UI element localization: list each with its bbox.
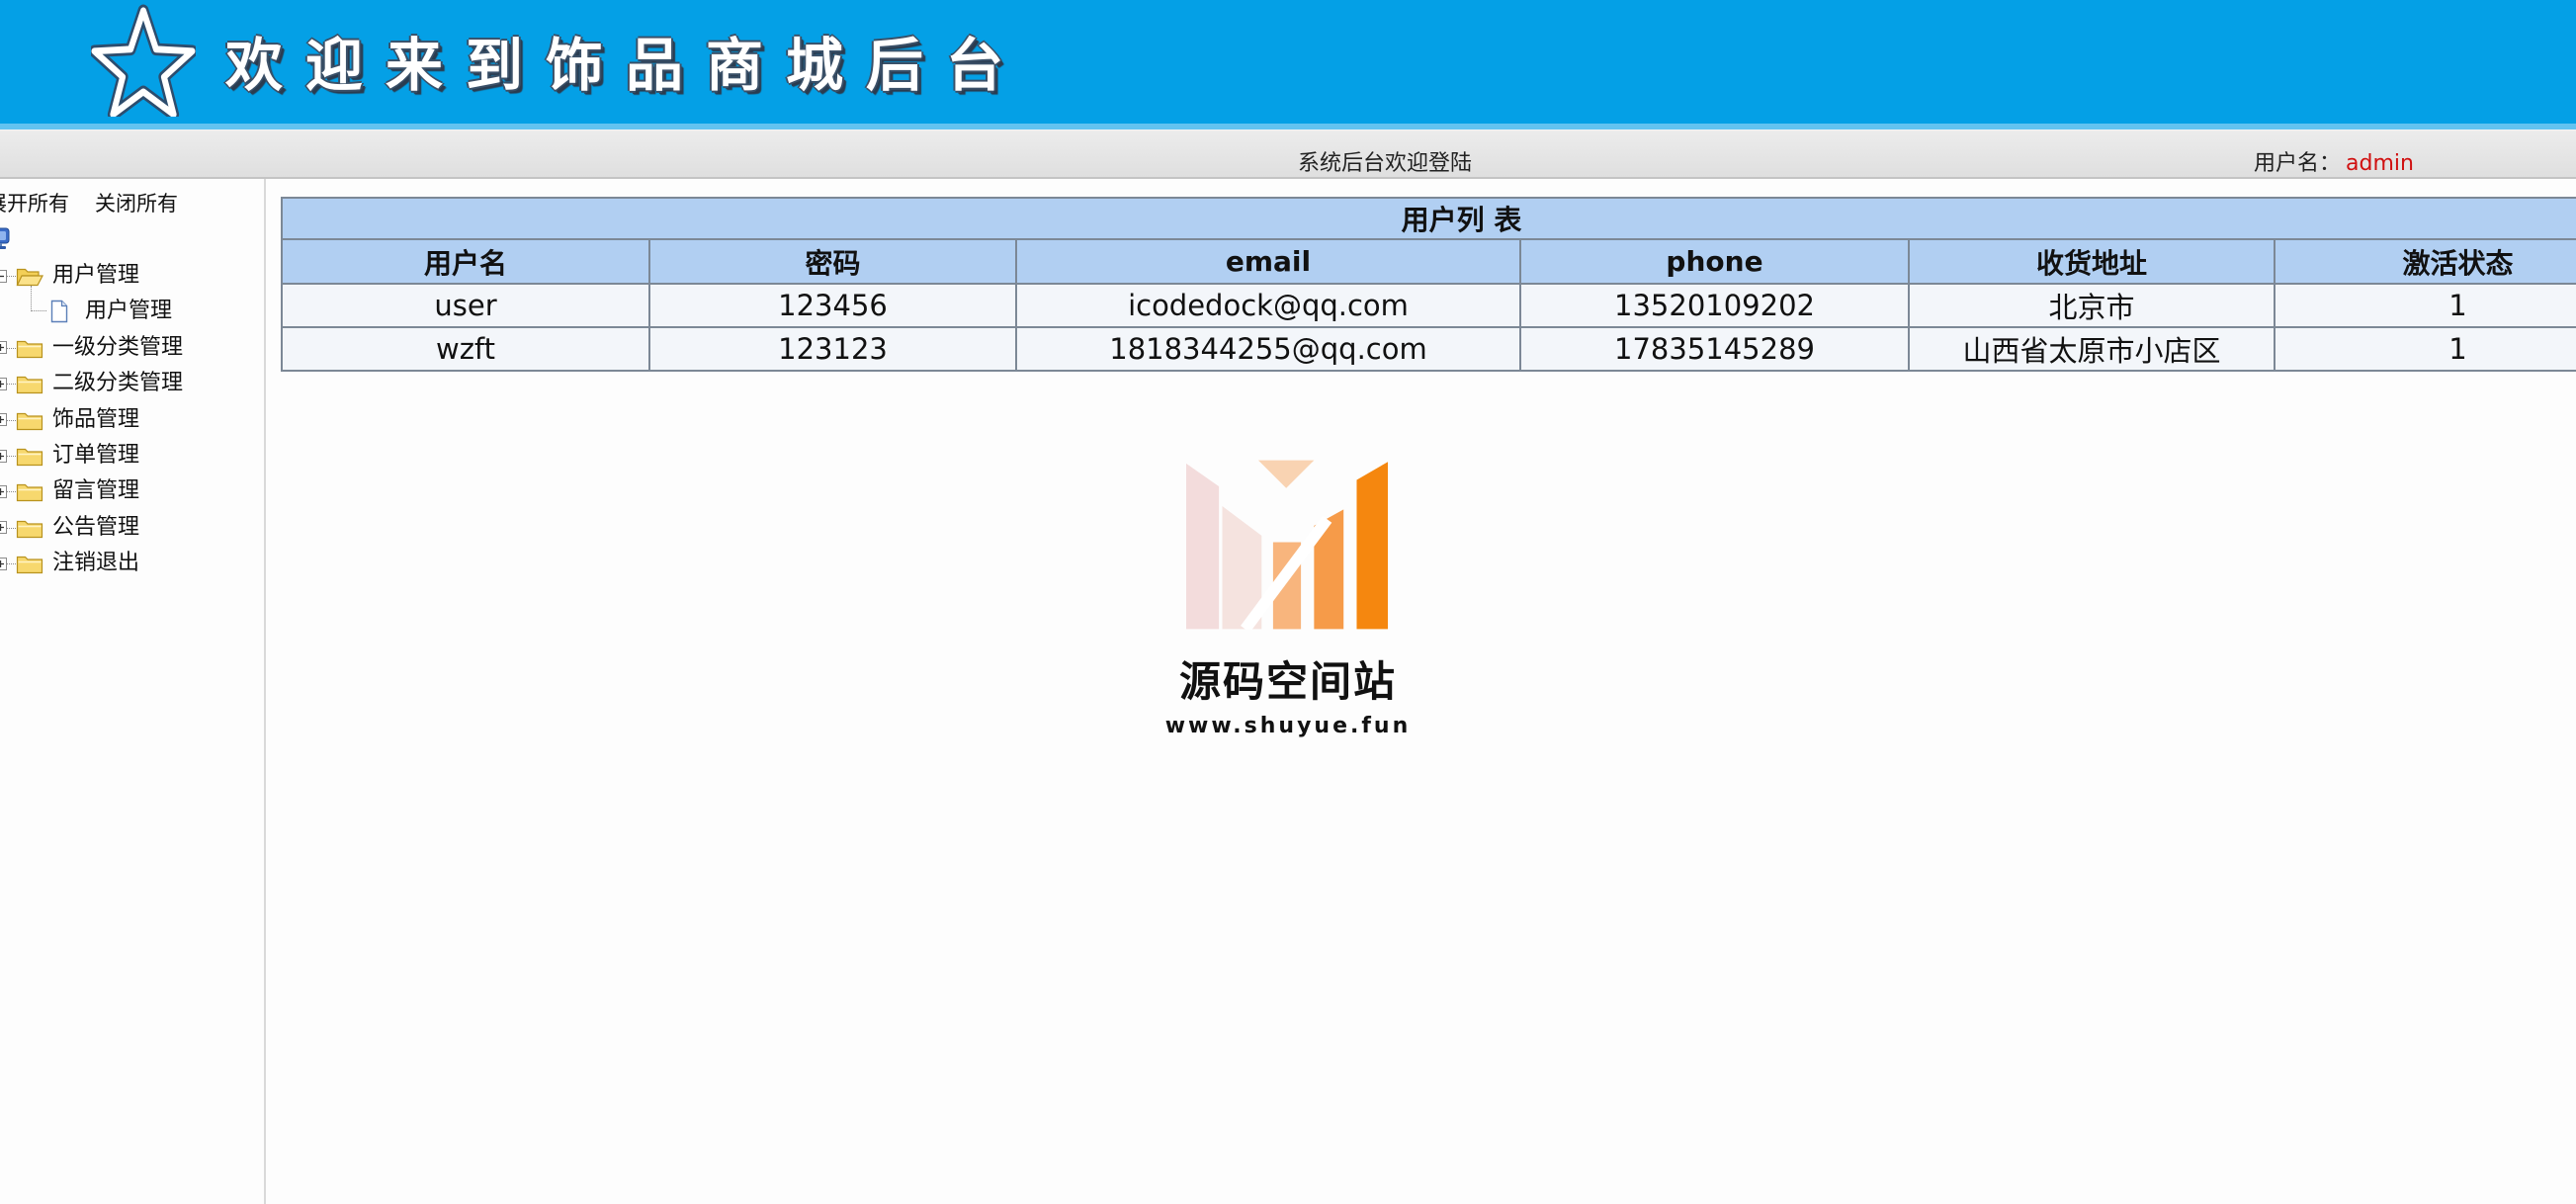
folder-open-icon	[16, 266, 43, 287]
site-header: 欢迎来到饰品商城后台	[0, 0, 2576, 124]
expand-toggle-icon[interactable]	[0, 449, 7, 463]
sidebar-subitem-user-management[interactable]: 用户管理	[0, 286, 264, 329]
cell-password: 123456	[648, 283, 1017, 328]
folder-icon	[16, 518, 43, 539]
sidebar-item-label[interactable]: 一级分类管理	[52, 334, 183, 362]
table-row: user 123456 icodedock@qq.com 13520109202…	[281, 283, 2576, 328]
menu-tree: 用户管理 用户管理 一级分类管理 二级分类管理 饰品管理 订单管理 留言管理 公…	[0, 258, 264, 582]
folder-icon	[16, 374, 43, 394]
tree-connector	[7, 347, 16, 349]
folder-icon	[16, 446, 43, 467]
tree-connector	[7, 276, 16, 277]
sidebar-item-label[interactable]: 留言管理	[52, 477, 139, 505]
expand-toggle-icon[interactable]	[0, 485, 7, 499]
table-row: wzft 123123 1818344255@qq.com 1783514528…	[281, 326, 2576, 372]
collapse-toggle-icon[interactable]	[0, 269, 7, 283]
sidebar: 展开所有 关闭所有 用户管理 用户管理	[0, 179, 266, 1204]
sidebar-item-logout[interactable]: 注销退出	[0, 546, 264, 581]
expand-toggle-icon[interactable]	[0, 377, 7, 390]
folder-icon	[16, 410, 43, 431]
sidebar-item-secondary-category[interactable]: 二级分类管理	[0, 366, 264, 401]
tree-connector	[7, 384, 16, 386]
column-header-phone: phone	[1519, 238, 1910, 285]
expand-toggle-icon[interactable]	[0, 413, 7, 427]
sidebar-item-label[interactable]: 饰品管理	[52, 406, 139, 434]
cell-username: user	[281, 283, 650, 328]
column-header-address: 收货地址	[1908, 238, 2275, 285]
cell-password: 123123	[648, 326, 1017, 372]
tree-connector	[7, 563, 16, 565]
sidebar-item-label[interactable]: 注销退出	[52, 550, 139, 577]
watermark-url: www.shuyue.fun	[1164, 714, 1412, 738]
tree-connector	[7, 455, 16, 457]
sidebar-item-accessory-management[interactable]: 饰品管理	[0, 402, 264, 438]
sidebar-item-message-management[interactable]: 留言管理	[0, 473, 264, 509]
username-label: 用户名：	[2254, 151, 2342, 176]
sidebar-subitem-label[interactable]: 用户管理	[85, 298, 172, 325]
tree-connector	[7, 491, 16, 493]
welcome-text: 系统后台欢迎登陆	[1298, 151, 1473, 176]
tree-connector	[31, 286, 46, 312]
site-title: 欢迎来到饰品商城后台	[225, 32, 1027, 99]
star-icon	[91, 4, 196, 117]
sidebar-item-primary-category[interactable]: 一级分类管理	[0, 330, 264, 366]
folder-icon	[16, 554, 43, 574]
top-bar: 系统后台欢迎登陆 用户名： admin	[0, 129, 2576, 179]
cell-activation-status: 1	[2274, 283, 2576, 328]
user-list-table: 用户列 表 用户名 密码 email phone 收货地址 激活状态 user …	[281, 197, 2576, 372]
cell-username: wzft	[281, 326, 650, 372]
sidebar-item-announcement-management[interactable]: 公告管理	[0, 510, 264, 546]
column-header-password: 密码	[648, 238, 1017, 285]
cell-phone: 13520109202	[1519, 283, 1910, 328]
expand-all-link[interactable]: 展开所有	[0, 189, 69, 218]
cell-address: 山西省太原市小店区	[1908, 326, 2275, 372]
expand-toggle-icon[interactable]	[0, 557, 7, 570]
column-header-username: 用户名	[281, 238, 650, 285]
computer-icon	[0, 226, 10, 250]
watermark-logo-icon	[1186, 460, 1388, 630]
column-header-activation-status: 激活状态	[2274, 238, 2576, 285]
sidebar-item-label[interactable]: 公告管理	[52, 514, 139, 542]
cell-email: 1818344255@qq.com	[1015, 326, 1521, 372]
sidebar-item-order-management[interactable]: 订单管理	[0, 438, 264, 473]
cell-phone: 17835145289	[1519, 326, 1910, 372]
tree-connector	[7, 527, 16, 529]
column-header-email: email	[1015, 238, 1521, 285]
sidebar-item-label[interactable]: 二级分类管理	[52, 370, 183, 397]
folder-icon	[16, 338, 43, 359]
expand-toggle-icon[interactable]	[0, 521, 7, 535]
cell-email: icodedock@qq.com	[1015, 283, 1521, 328]
table-header-row: 用户名 密码 email phone 收货地址 激活状态	[281, 238, 2576, 285]
cell-activation-status: 1	[2274, 326, 2576, 372]
sidebar-item-label[interactable]: 订单管理	[52, 442, 139, 470]
tree-connector	[7, 419, 16, 421]
folder-icon	[16, 481, 43, 502]
watermark-name: 源码空间站	[1178, 657, 1397, 706]
table-title: 用户列 表	[281, 197, 2576, 240]
table-title-row: 用户列 表	[281, 197, 2576, 240]
collapse-all-link[interactable]: 关闭所有	[95, 189, 178, 218]
expand-toggle-icon[interactable]	[0, 341, 7, 355]
document-icon	[49, 300, 69, 323]
sidebar-item-label[interactable]: 用户管理	[52, 262, 139, 290]
username-value: admin	[2346, 151, 2414, 176]
cell-address: 北京市	[1908, 283, 2275, 328]
